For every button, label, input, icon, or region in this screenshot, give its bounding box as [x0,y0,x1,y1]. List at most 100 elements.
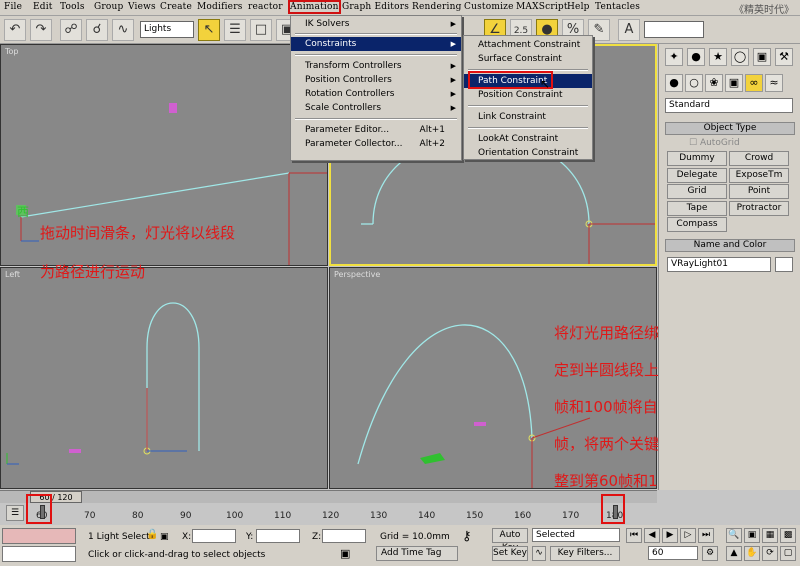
menu-reactor[interactable]: reactor [248,2,283,12]
submenu-lookat-constraint[interactable]: LookAt Constraint [464,132,592,146]
menu-transform-controllers[interactable]: Transform Controllers ▶ [291,59,461,73]
menu-group[interactable]: Group [94,2,123,12]
set-key-button[interactable]: Set Key [492,546,528,561]
menu-modifiers[interactable]: Modifiers [197,2,243,12]
zoom-extents-all-icon[interactable]: ▩ [780,528,796,543]
key-filters-button[interactable]: Key Filters... [550,546,620,561]
menu-create[interactable]: Create [160,2,192,12]
menu-file[interactable]: File [4,2,22,12]
menu-customize[interactable]: Customize [464,2,514,12]
maxscript-listener-white[interactable] [2,546,76,562]
submenu-position-constraint[interactable]: Position Constraint [464,88,592,102]
named-selection-field[interactable] [644,21,704,38]
menu-tools[interactable]: Tools [60,2,85,12]
helpers-icon[interactable]: ∞ [745,74,763,92]
absolute-mode-icon[interactable]: ▣ [160,531,169,543]
next-frame-icon[interactable]: ▷ [680,528,696,543]
submenu-orientation-constraint[interactable]: Orientation Constraint [464,146,592,160]
bind-spacewarp-icon[interactable]: ∿ [112,19,134,41]
category-dropdown[interactable]: Standard [665,98,793,113]
auto-key-button[interactable]: Auto Key [492,528,528,553]
menu-parameter-collector[interactable]: Parameter Collector... Alt+2 [291,137,461,151]
crowd-button[interactable]: Crowd [729,151,789,166]
x-coordinate-field[interactable] [192,529,236,543]
exposetm-button[interactable]: ExposeTm [729,168,789,183]
select-region-icon[interactable]: □ [250,19,272,41]
cameras-icon[interactable]: ▣ [725,74,743,92]
menu-ik-solvers[interactable]: IK Solvers ▶ [291,17,461,31]
lock-selection-icon[interactable]: 🔒 [146,529,158,540]
motion-tab-icon[interactable]: ◯ [731,48,749,66]
menu-edit[interactable]: Edit [33,2,53,12]
go-to-start-icon[interactable]: ⏮ [626,528,642,543]
submenu-attachment-constraint[interactable]: Attachment Constraint [464,38,592,52]
redo-icon[interactable]: ↷ [30,19,52,41]
menu-maxscript[interactable]: MAXScript [516,2,568,12]
select-icon[interactable]: ↖ [198,19,220,41]
dummy-button[interactable]: Dummy [667,151,727,166]
isolate-icon[interactable]: ▣ [340,547,350,560]
menu-rotation-controllers[interactable]: Rotation Controllers ▶ [291,87,461,101]
modify-tab-icon[interactable]: ● [687,48,705,66]
key-icon[interactable]: ⚷ [462,529,472,544]
menu-views[interactable]: Views [128,2,156,12]
z-coordinate-field[interactable] [322,529,366,543]
menu-help[interactable]: Help [567,2,590,12]
select-link-icon[interactable]: ☍ [60,19,82,41]
grid-button[interactable]: Grid [667,184,727,199]
create-tab-icon[interactable]: ✦ [665,48,683,66]
viewport-left[interactable]: Left [0,267,328,489]
object-type-rollout[interactable]: Object Type [665,122,795,135]
selection-filter-dropdown[interactable]: Lights [140,21,194,38]
y-coordinate-field[interactable] [256,529,300,543]
point-button[interactable]: Point [729,184,789,199]
undo-icon[interactable]: ↶ [4,19,26,41]
spacewarps-icon[interactable]: ≈ [765,74,783,92]
menu-animation[interactable]: Animation [288,0,341,14]
field-of-view-icon[interactable]: ▲ [726,546,742,561]
menu-constraints[interactable]: Constraints ▶ [291,37,461,51]
time-configuration-icon[interactable]: ⚙ [702,546,718,561]
maxscript-listener-pink[interactable] [2,528,76,544]
menu-parameter-editor[interactable]: Parameter Editor... Alt+1 [291,123,461,137]
submenu-surface-constraint[interactable]: Surface Constraint [464,52,592,66]
protractor-button[interactable]: Protractor [729,201,789,216]
select-by-name-icon[interactable]: ☰ [224,19,246,41]
menu-scale-controllers[interactable]: Scale Controllers ▶ [291,101,461,115]
key-mode-dropdown[interactable]: Selected [532,528,620,542]
color-swatch[interactable] [775,257,793,272]
mini-curve-editor-icon[interactable]: ☰ [6,505,24,521]
object-name-field[interactable]: VRayLight01 [667,257,771,272]
menu-position-controllers[interactable]: Position Controllers ▶ [291,73,461,87]
zoom-icon[interactable]: 🔍 [726,528,742,543]
tape-button[interactable]: Tape [667,201,727,216]
geometry-icon[interactable]: ● [665,74,683,92]
hierarchy-tab-icon[interactable]: ★ [709,48,727,66]
display-tab-icon[interactable]: ▣ [753,48,771,66]
delegate-button[interactable]: Delegate [667,168,727,183]
lights-icon[interactable]: ❀ [705,74,723,92]
utilities-tab-icon[interactable]: ⚒ [775,48,793,66]
menu-rendering[interactable]: Rendering [412,2,462,12]
play-icon[interactable]: ▶ [662,528,678,543]
shapes-icon[interactable]: ○ [685,74,703,92]
menu-tentacles[interactable]: Tentacles [595,2,640,12]
name-and-color-rollout[interactable]: Name and Color [665,239,795,252]
autogrid-checkbox[interactable]: ☐ AutoGrid [689,138,740,148]
submenu-link-constraint[interactable]: Link Constraint [464,110,592,124]
maximize-viewport-icon[interactable]: ▢ [780,546,796,561]
compass-button[interactable]: Compass [667,217,727,232]
pan-icon[interactable]: ✋ [744,546,760,561]
zoom-all-icon[interactable]: ▣ [744,528,760,543]
go-to-end-icon[interactable]: ⏭ [698,528,714,543]
add-time-tag-button[interactable]: Add Time Tag [376,546,458,561]
abc-icon[interactable]: A [618,19,640,41]
previous-frame-icon[interactable]: ◀ [644,528,660,543]
unlink-icon[interactable]: ☌ [86,19,108,41]
menu-graph-editors[interactable]: Graph Editors [342,2,409,12]
orbit-icon[interactable]: ⟳ [762,546,778,561]
time-slider-bar[interactable]: 60 / 120 [0,490,657,503]
track-bar[interactable]: ☰ 60 70 80 90 100 110 120 130 140 150 16… [0,503,657,525]
zoom-extents-icon[interactable]: ▦ [762,528,778,543]
current-frame-field[interactable]: 60 [648,546,698,560]
